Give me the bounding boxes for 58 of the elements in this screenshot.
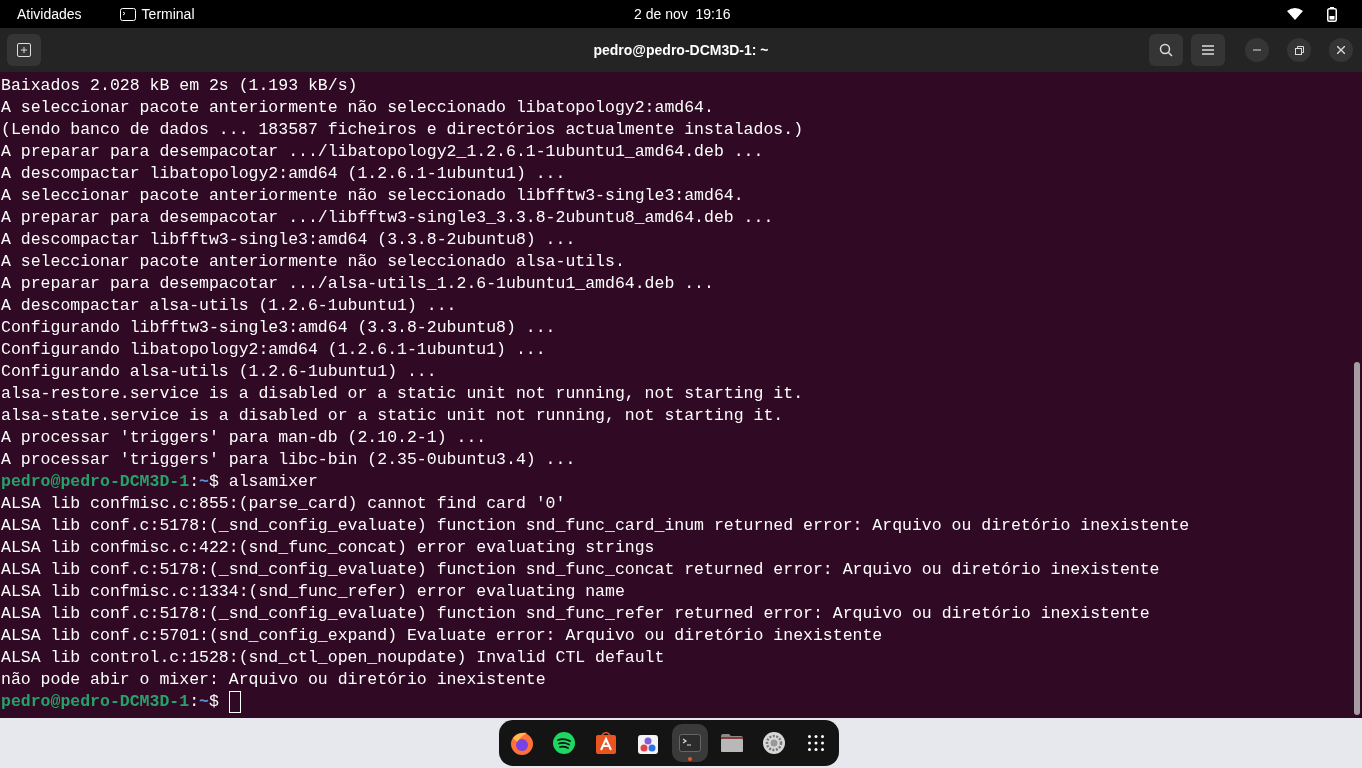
output-line: ALSA lib conf.c:5701:(snd_config_expand) Evaluate error: Arquivo ou diretório inexistente [1,625,883,647]
output-line: não pode abir o mixer: Arquivo ou diretório inexistente [1,669,546,691]
output-line: A descompactar libatopology2:amd64 (1.2.6.1-1ubuntu1) ... [1,163,566,185]
output-line: alsa-state.service is a disabled or a static unit not running, not starting it. [1,405,784,427]
output-line: ALSA lib conf.c:5178:(_snd_config_evaluate) function snd_func_card_inum returned error: Arquivo ou diretório inexistente [1,515,1190,537]
running-indicator [687,757,692,761]
battery-icon[interactable] [1327,6,1337,22]
menu-button[interactable] [1191,34,1225,66]
close-icon [1337,46,1345,54]
output-line: A seleccionar pacote anteriormente não seleccionado alsa-utils. [1,251,625,273]
fox-globe-icon [508,730,535,756]
prompt-line: pedro@pedro-DCM3D-1:~$ alsamixer [1,471,318,493]
output-line: ALSA lib conf.c:5178:(_snd_config_evaluate) function snd_func_refer returned error: Arquivo ou diretório inexistente [1,603,1150,625]
output-line: Configurando libatopology2:amd64 (1.2.6.1-1ubuntu1) ... [1,339,546,361]
output-line: A preparar para desempacotar .../libfftw3-single3_3.3.8-2ubuntu8_amd64.deb ... [1,207,774,229]
shopping-bag-icon [593,731,618,755]
output-line: Configurando alsa-utils (1.2.6-1ubuntu1) ... [1,361,437,383]
output-line: ALSA lib control.c:1528:(snd_ctl_open_noupdate) Invalid CTL default [1,647,665,669]
output-line: A preparar para desempacotar .../libatopology2_1.2.6.1-1ubuntu1_amd64.deb ... [1,141,764,163]
search-icon [1159,43,1173,57]
minimize-icon [1253,49,1261,51]
gear-icon [761,731,786,755]
output-line: A processar 'triggers' para man-db (2.10.2-1) ... [1,427,487,449]
output-line: alsa-restore.service is a disabled or a static unit not running, not starting it. [1,383,804,405]
window-title: pedro@pedro-DCM3D-1: ~ [592,40,770,60]
restore-icon [1294,45,1304,55]
menu-icon [1202,45,1214,55]
wifi-icon[interactable] [1287,8,1303,20]
sound-waves-icon [551,731,576,755]
maximize-button[interactable] [1287,38,1311,62]
app-grid-icon [807,735,824,751]
prompt-line: pedro@pedro-DCM3D-1:~$ [1,691,241,713]
terminal-icon [678,734,701,752]
search-button[interactable] [1149,34,1183,66]
output-line: A processar 'triggers' para libc-bin (2.35-0ubuntu3.4) ... [1,449,576,471]
close-button[interactable] [1329,38,1353,62]
output-line: ALSA lib confmisc.c:422:(snd_func_concat) error evaluating strings [1,537,655,559]
terminal-area[interactable] [0,72,1362,718]
output-line: Configurando libfftw3-single3:amd64 (3.3.8-2ubuntu8) ... [1,317,556,339]
output-line: Baixados 2.028 kB em 2s (1.193 kB/s) [1,75,358,97]
output-line: (Lendo banco de dados ... 183587 ficheiros e directórios actualmente instalados.) [1,119,804,141]
output-line: A seleccionar pacote anteriormente não seleccionado libatopology2:amd64. [1,97,714,119]
output-line: ALSA lib conf.c:5178:(_snd_config_evaluate) function snd_func_concat returned error: Arquivo ou diretório inexistente [1,559,1160,581]
output-line: A descompactar alsa-utils (1.2.6-1ubuntu1) ... [1,295,457,317]
output-line: A descompactar libfftw3-single3:amd64 (3.3.8-2ubuntu8) ... [1,229,576,251]
new-tab-icon [17,43,31,57]
output-line: ALSA lib confmisc.c:1334:(snd_func_refer) error evaluating name [1,581,625,603]
output-line: ALSA lib confmisc.c:855:(parse_card) cannot find card '0' [1,493,566,515]
app-menu[interactable]: Terminal [141,3,195,25]
output-line: A preparar para desempacotar .../alsa-utils_1.2.6-1ubuntu1_amd64.deb ... [1,273,714,295]
terminal-icon [119,7,136,21]
activities-button[interactable]: Atividades [17,3,82,25]
scrollbar-thumb[interactable] [1354,362,1360,715]
minimize-button[interactable] [1245,38,1269,62]
new-tab-button[interactable] [7,34,41,66]
folder-icon [719,733,744,753]
clock[interactable]: 2 de nov 19:16 [634,3,731,25]
output-line: A seleccionar pacote anteriormente não seleccionado libfftw3-single3:amd64. [1,185,744,207]
